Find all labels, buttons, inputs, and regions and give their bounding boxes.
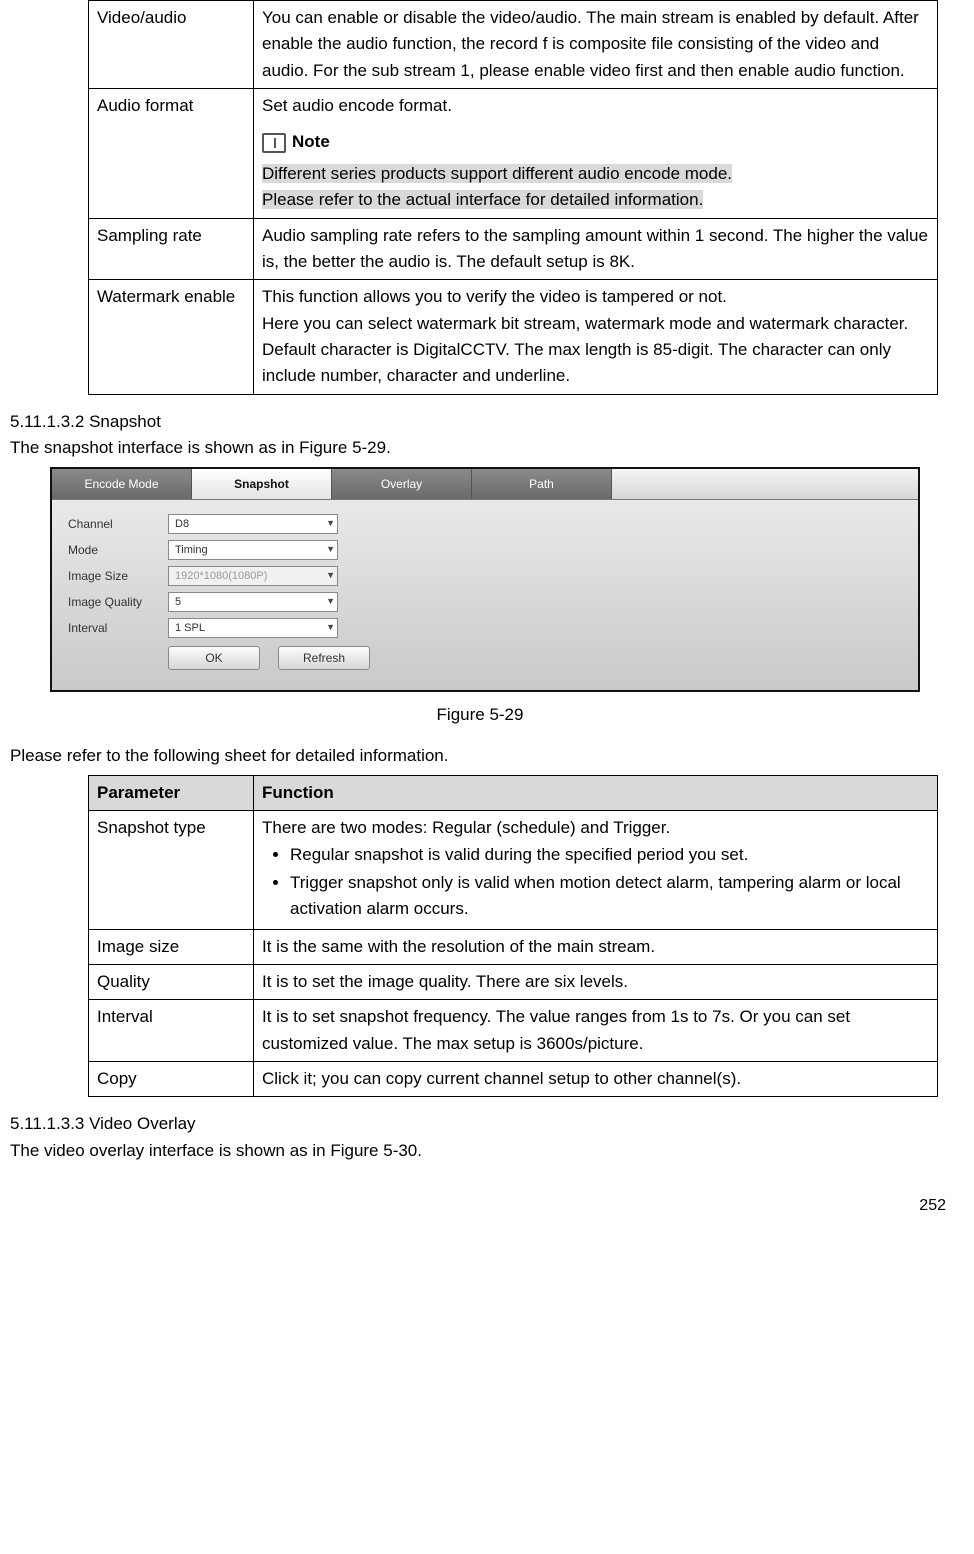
chevron-down-icon: ▼ — [326, 621, 335, 635]
form-panel: Channel D8 ▼ Mode Timing ▼ Image Size 1920… — [52, 499, 918, 690]
desc-cell: There are two modes: Regular (schedule) … — [254, 811, 938, 929]
table-header-row: Parameter Function — [89, 776, 938, 811]
field-label: Mode — [68, 541, 168, 560]
mode-select[interactable]: Timing ▼ — [168, 540, 338, 560]
desc-cell: Click it; you can copy current channel s… — [254, 1062, 938, 1097]
desc-cell: It is to set the image quality. There ar… — [254, 965, 938, 1000]
section-heading-overlay: 5.11.1.3.3 Video Overlay — [10, 1111, 950, 1137]
param-cell: Image size — [89, 929, 254, 964]
param-cell: Audio format — [89, 89, 254, 219]
desc-cell: Audio sampling rate refers to the sampli… — [254, 218, 938, 280]
chevron-down-icon: ▼ — [326, 569, 335, 583]
chevron-down-icon: ▼ — [326, 595, 335, 609]
field-label: Channel — [68, 515, 168, 534]
button-row: OK Refresh — [168, 646, 902, 670]
note-label: Note — [292, 129, 330, 155]
image-quality-select[interactable]: 5▼ — [168, 592, 338, 612]
desc-cell: It is the same with the resolution of th… — [254, 929, 938, 964]
table-row: Sampling rate Audio sampling rate refers… — [89, 218, 938, 280]
form-row-interval: Interval 1 SPL ▼ — [68, 618, 902, 638]
note-line-2: Please refer to the actual interface for… — [262, 190, 703, 209]
form-row-image-size: Image Size 1920*1080(1080P) ▼ — [68, 566, 902, 586]
select-value: D8 — [175, 516, 189, 533]
tab-bar-spacer — [612, 469, 918, 499]
param-cell: Sampling rate — [89, 218, 254, 280]
header-function: Function — [254, 776, 938, 811]
desc-cell: It is to set snapshot frequency. The val… — [254, 1000, 938, 1062]
tab-encode-mode[interactable]: Encode Mode — [52, 469, 192, 499]
tab-bar: Encode Mode Snapshot Overlay Path — [52, 469, 918, 499]
chevron-down-icon: ▼ — [326, 543, 335, 557]
table-row: Audio format Set audio encode format. No… — [89, 89, 938, 219]
table-row: Video/audio You can enable or disable th… — [89, 1, 938, 89]
param-cell: Interval — [89, 1000, 254, 1062]
param-cell: Copy — [89, 1062, 254, 1097]
select-value: 1 SPL — [175, 620, 205, 637]
form-row-channel: Channel D8 ▼ — [68, 514, 902, 534]
form-row-mode: Mode Timing ▼ — [68, 540, 902, 560]
table-row: Image size It is the same with the resol… — [89, 929, 938, 964]
header-parameter: Parameter — [89, 776, 254, 811]
figure-caption: Figure 5-29 — [10, 702, 950, 728]
desc-cell: Set audio encode format. Note Different … — [254, 89, 938, 219]
field-label: Image Size — [68, 567, 168, 586]
desc-cell: You can enable or disable the video/audi… — [254, 1, 938, 89]
field-label: Interval — [68, 619, 168, 638]
param-cell: Watermark enable — [89, 280, 254, 394]
parameter-table-2: Parameter Function Snapshot type There a… — [88, 775, 938, 1097]
select-value: 1920*1080(1080P) — [175, 568, 267, 585]
tab-path[interactable]: Path — [472, 469, 612, 499]
overlay-intro: The video overlay interface is shown as … — [10, 1138, 950, 1164]
chevron-down-icon: ▼ — [326, 517, 335, 531]
section-heading-snapshot: 5.11.1.3.2 Snapshot — [10, 409, 950, 435]
bullet-item: Trigger snapshot only is valid when moti… — [290, 870, 929, 923]
desc-intro: There are two modes: Regular (schedule) … — [262, 815, 929, 841]
image-size-select: 1920*1080(1080P) ▼ — [168, 566, 338, 586]
figure-screenshot: Encode Mode Snapshot Overlay Path Channe… — [50, 467, 920, 692]
document-page: Video/audio You can enable or disable th… — [10, 0, 950, 1219]
desc-line-2: Here you can select watermark bit stream… — [262, 311, 929, 390]
note-body: Different series products support differ… — [262, 161, 929, 214]
form-row-image-quality: Image Quality 5▼ — [68, 592, 902, 612]
table-row: Watermark enable This function allows yo… — [89, 280, 938, 394]
table-row: Quality It is to set the image quality. … — [89, 965, 938, 1000]
desc-line-1: This function allows you to verify the v… — [262, 284, 929, 310]
select-value: 5 — [175, 594, 181, 611]
note-heading: Note — [262, 129, 330, 155]
field-label: Image Quality — [68, 593, 168, 612]
table-row: Snapshot type There are two modes: Regul… — [89, 811, 938, 929]
bullet-list: Regular snapshot is valid during the spe… — [262, 842, 929, 923]
desc-cell: This function allows you to verify the v… — [254, 280, 938, 394]
parameter-table-1: Video/audio You can enable or disable th… — [88, 0, 938, 395]
page-number: 252 — [10, 1194, 950, 1219]
book-icon — [262, 133, 286, 153]
tab-overlay[interactable]: Overlay — [332, 469, 472, 499]
ok-button[interactable]: OK — [168, 646, 260, 670]
param-cell: Snapshot type — [89, 811, 254, 929]
table-row: Interval It is to set snapshot frequency… — [89, 1000, 938, 1062]
select-value: Timing — [175, 542, 208, 559]
post-figure-text: Please refer to the following sheet for … — [10, 743, 950, 769]
channel-select[interactable]: D8 ▼ — [168, 514, 338, 534]
desc-intro: Set audio encode format. — [262, 93, 929, 119]
param-cell: Video/audio — [89, 1, 254, 89]
table-row: Copy Click it; you can copy current chan… — [89, 1062, 938, 1097]
refresh-button[interactable]: Refresh — [278, 646, 370, 670]
interval-select[interactable]: 1 SPL ▼ — [168, 618, 338, 638]
tab-snapshot[interactable]: Snapshot — [192, 469, 332, 499]
snapshot-intro: The snapshot interface is shown as in Fi… — [10, 435, 950, 461]
param-cell: Quality — [89, 965, 254, 1000]
note-block: Note Different series products support d… — [262, 129, 929, 213]
note-line-1: Different series products support differ… — [262, 164, 732, 183]
bullet-item: Regular snapshot is valid during the spe… — [290, 842, 929, 868]
